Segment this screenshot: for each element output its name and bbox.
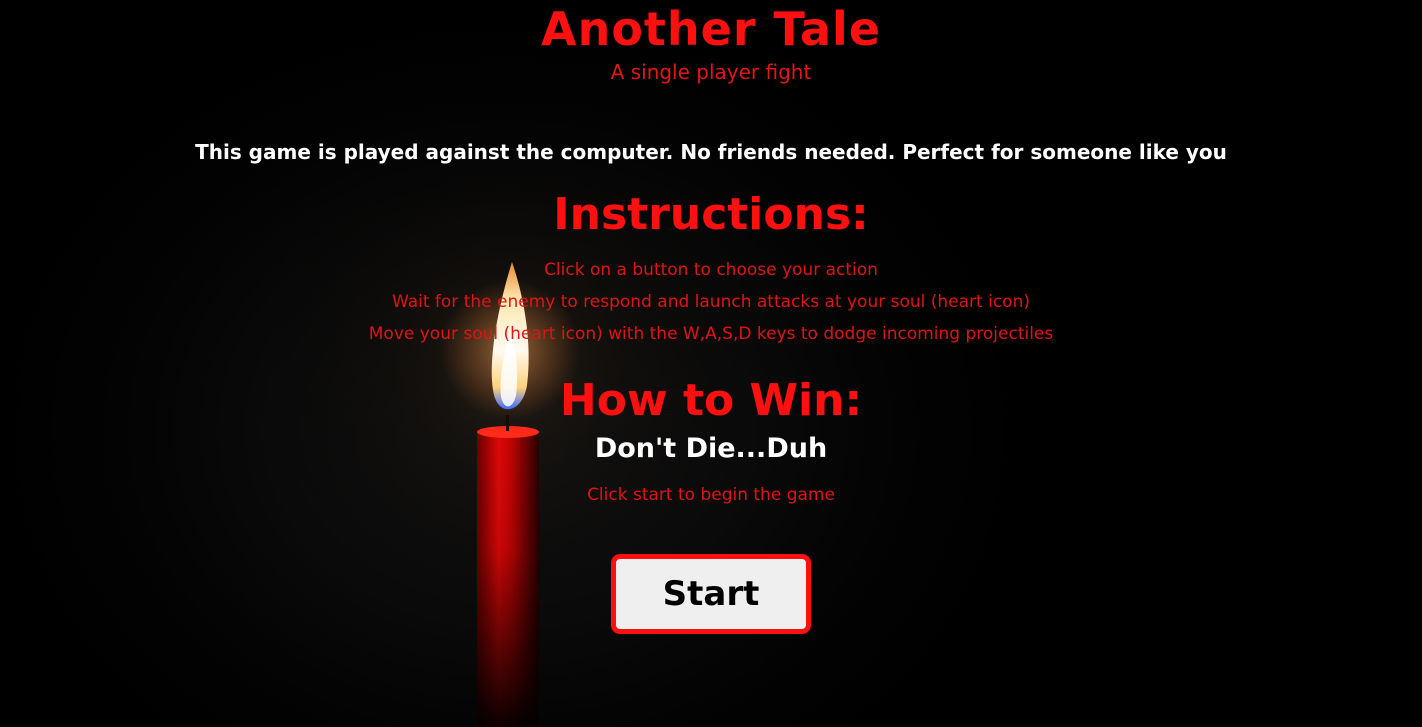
instruction-item: Move your soul (heart icon) with the W,A… xyxy=(368,324,1054,344)
instruction-item: Wait for the enemy to respond and launch… xyxy=(391,292,1030,312)
game-subtitle: A single player fight xyxy=(610,60,812,84)
start-screen: Another Tale A single player fight This … xyxy=(0,0,1422,727)
start-button[interactable]: Start xyxy=(611,554,811,634)
instruction-item: Click on a button to choose your action xyxy=(544,260,878,280)
intro-text: This game is played against the computer… xyxy=(195,140,1227,164)
win-heading: How to Win: xyxy=(559,375,863,426)
win-condition-text: Don't Die...Duh xyxy=(594,433,828,464)
begin-prompt: Click start to begin the game xyxy=(587,485,835,505)
instructions-list: Click on a button to choose your action … xyxy=(0,254,1422,350)
game-title: Another Tale xyxy=(540,2,882,56)
instructions-heading: Instructions: xyxy=(553,189,869,240)
